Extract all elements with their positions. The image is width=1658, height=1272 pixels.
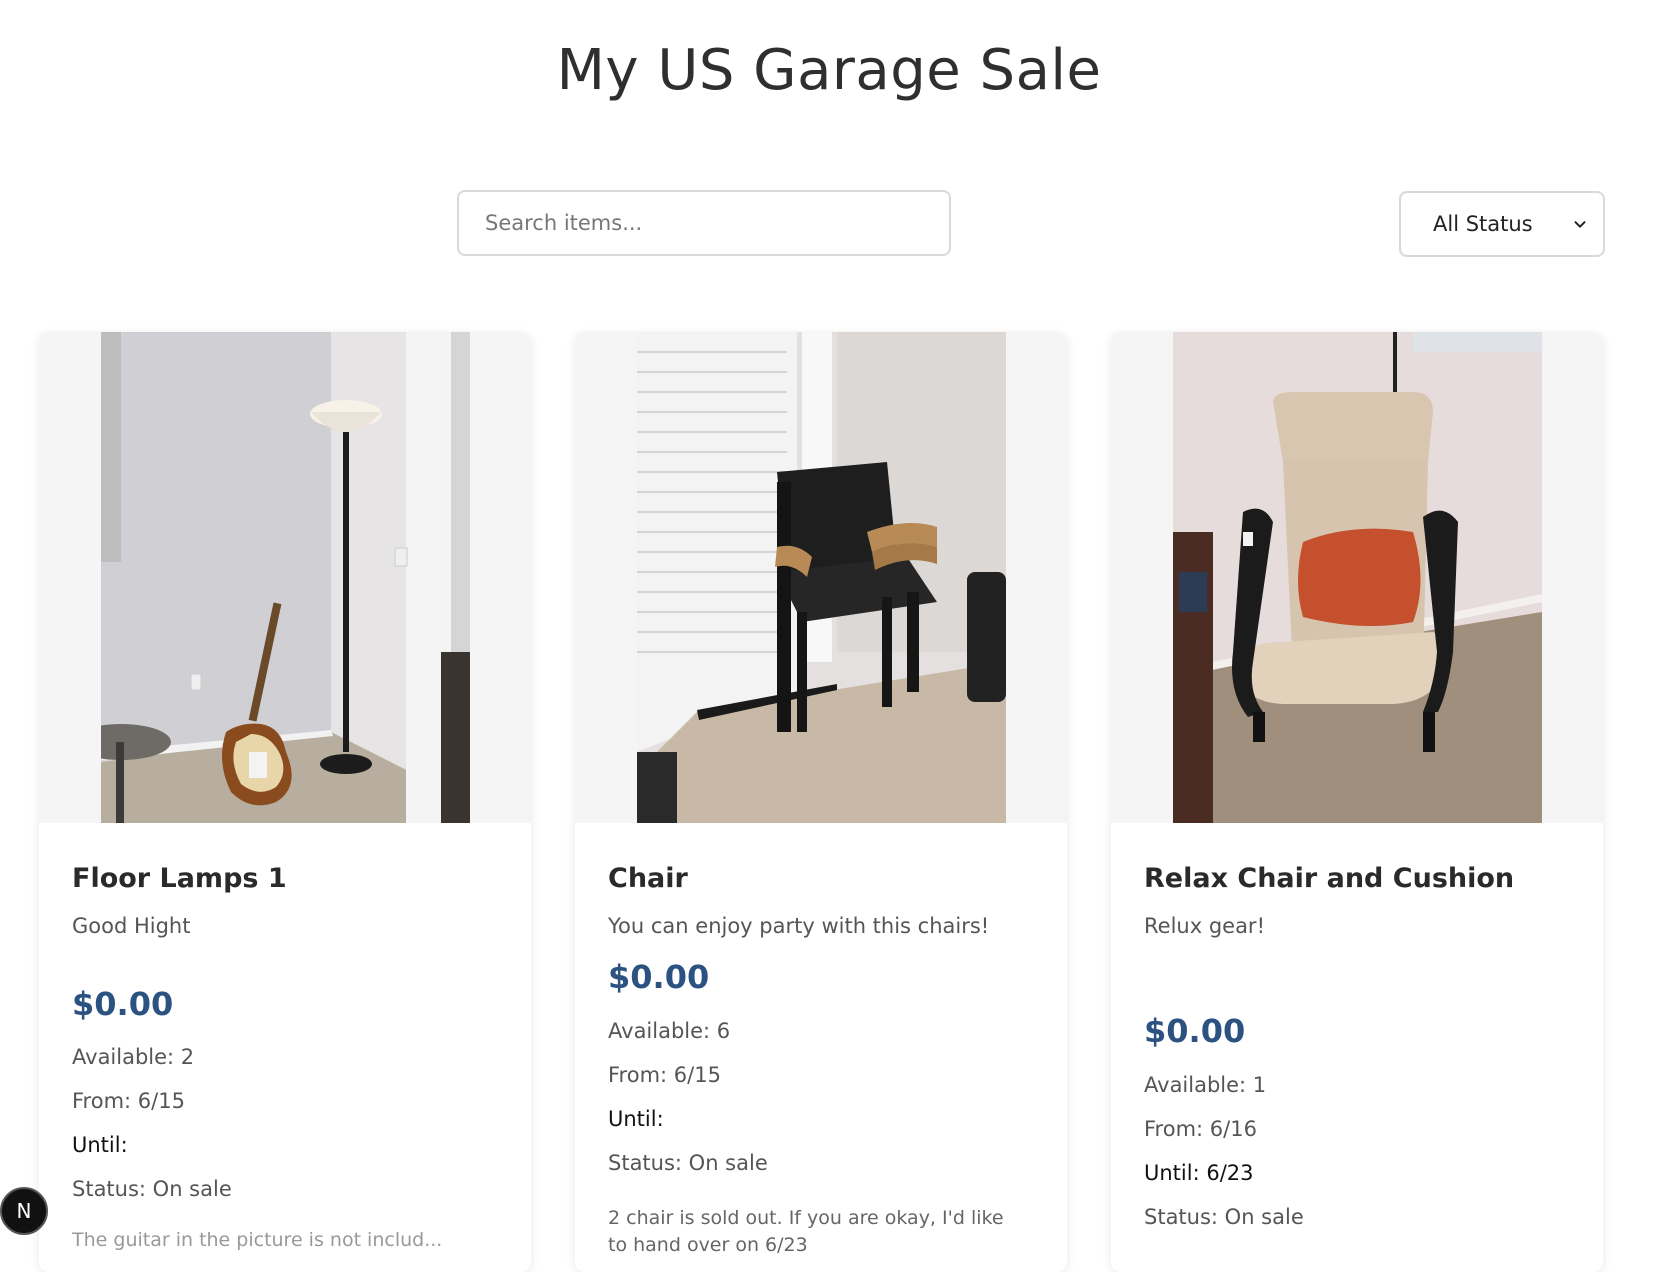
item-photo-floor-lamp <box>101 332 470 823</box>
item-description: Good Hight <box>72 914 191 938</box>
item-description: You can enjoy party with this chairs! <box>608 914 990 938</box>
item-until: Until: <box>72 1133 128 1157</box>
item-price: $0.00 <box>608 958 710 996</box>
item-photo-chair <box>637 332 1006 823</box>
item-status: Status: On sale <box>72 1177 232 1201</box>
item-available: Available: 6 <box>608 1019 731 1043</box>
item-price: $0.00 <box>1144 1012 1246 1050</box>
status-filter-value: All Status <box>1433 212 1533 236</box>
item-photo-relax-chair <box>1173 332 1542 823</box>
item-from: From: 6/16 <box>1144 1117 1257 1141</box>
status-filter-select[interactable]: All Status <box>1399 191 1605 257</box>
item-from: From: 6/15 <box>608 1063 721 1087</box>
item-name: Chair <box>608 863 688 894</box>
chevron-down-icon <box>1574 221 1586 228</box>
item-card[interactable]: Relax Chair and Cushion Relux gear! $0.0… <box>1111 332 1603 1272</box>
item-description: Relux gear! <box>1144 914 1265 938</box>
item-image-area <box>1111 332 1603 823</box>
dev-tools-badge[interactable]: N <box>0 1187 48 1235</box>
item-name: Floor Lamps 1 <box>72 863 287 894</box>
item-until: Until: 6/23 <box>1144 1161 1254 1185</box>
item-card[interactable]: Floor Lamps 1 Good Hight $0.00 Available… <box>39 332 531 1272</box>
item-available: Available: 2 <box>72 1045 195 1069</box>
item-image-area <box>575 332 1067 823</box>
item-card[interactable]: Chair You can enjoy party with this chai… <box>575 332 1067 1272</box>
item-until: Until: <box>608 1107 664 1131</box>
item-from: From: 6/15 <box>72 1089 185 1113</box>
item-image-area <box>39 332 531 823</box>
item-status: Status: On sale <box>1144 1205 1304 1229</box>
item-note: 2 chair is sold out. If you are okay, I'… <box>608 1207 1004 1256</box>
page-title: My US Garage Sale <box>556 38 1102 103</box>
item-name: Relax Chair and Cushion <box>1144 863 1515 894</box>
search-input[interactable] <box>457 190 951 256</box>
item-available: Available: 1 <box>1144 1073 1267 1097</box>
item-price: $0.00 <box>72 985 174 1023</box>
item-status: Status: On sale <box>608 1151 768 1175</box>
